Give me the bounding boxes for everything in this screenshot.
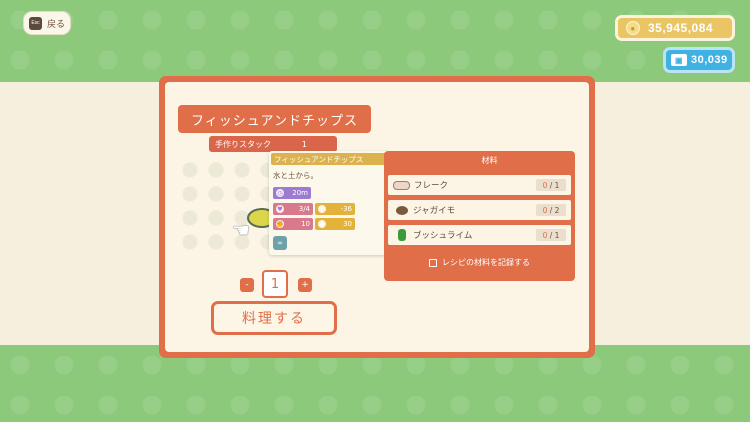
armor-value: 30 [343,220,352,228]
top-background-band [0,0,750,82]
material-name: ジャガイモ [413,206,456,216]
potato-icon [396,205,408,215]
material-row[interactable]: フレーク 0 / 1 [388,175,571,195]
have-count: 0 [542,205,548,215]
stack-value: 1 [301,139,307,149]
bells-value: 35,945,084 [648,21,714,35]
attack-value: 10 [301,220,310,228]
attack-stat: ✊ 10 [273,218,313,230]
esc-key-icon: Esc [29,16,42,30]
item-info-popup: フィッシュアンドチップス 水と土から。 ◷ 20m ♥ 3/4 ✦ -36 ✊ … [269,151,390,255]
hp-stat: ♥ 3/4 [273,203,313,215]
coin-icon: ● [626,21,640,35]
stack-bar: 手作りスタック 1 [209,136,337,152]
hand-cursor-icon: ☚ [232,218,250,242]
time-stat: ◷ 20m [273,187,311,199]
quantity-value[interactable]: 1 [262,270,288,298]
miles-value: 30,039 [691,54,728,66]
material-count: 0 / 2 [536,204,566,216]
material-row[interactable]: ジャガイモ 0 / 2 [388,200,571,220]
recipe-title: フィッシュアンドチップス [178,105,371,133]
tag-badge: ∞ [273,236,287,250]
back-button[interactable]: Esc 戻る [23,11,71,35]
dialog-body: フィッシュアンドチップス 手作りスタック 1 ☚ フィッシュアンドチップス 水と… [165,82,589,352]
material-count: 0 / 1 [536,229,566,241]
time-value: 20m [292,189,308,197]
record-checkbox[interactable] [429,258,437,267]
shield-icon: ◆ [318,220,326,228]
material-name: フレーク [414,181,449,191]
record-label: レシピの材料を記録する [442,258,530,267]
bells-counter: ● 35,945,084 [615,15,735,41]
have-count: 0 [542,180,548,190]
clock-icon: ◷ [276,189,284,197]
quantity-increase-button[interactable]: + [298,278,312,292]
material-row[interactable]: ブッシュライム 0 / 1 [388,225,571,245]
hp-value: 3/4 [298,205,310,213]
flake-icon [393,180,410,190]
sp-stat: ✦ -36 [315,203,355,215]
materials-panel: 材料 フレーク 0 / 1 ジャガイモ 0 / 2 ブッシュライム 0 / 1 [384,151,575,281]
quantity-decrease-button[interactable]: - [240,278,254,292]
lime-icon [398,229,406,241]
stack-label: 手作りスタック [215,139,271,149]
armor-stat: ◆ 30 [315,218,355,230]
need-count: / 1 [549,180,560,190]
miles-counter: ▣ 30,039 [663,47,735,73]
sp-value: -36 [340,205,352,213]
cooking-dialog: フィッシュアンドチップス 手作りスタック 1 ☚ フィッシュアンドチップス 水と… [159,76,595,358]
back-label: 戻る [47,18,66,29]
need-count: / 2 [549,205,560,215]
fist-icon: ✊ [276,220,284,228]
popup-description: 水と土から。 [273,171,318,180]
have-count: 0 [542,230,548,240]
need-count: / 1 [549,230,560,240]
ticket-icon: ▣ [671,54,687,66]
energy-icon: ✦ [318,205,326,213]
cook-button[interactable]: 料理する [211,301,337,335]
materials-header: 材料 [481,155,498,165]
link-icon: ∞ [277,239,283,247]
popup-item-name: フィッシュアンドチップス [271,153,388,165]
record-materials-toggle[interactable]: レシピの材料を記録する [384,257,575,268]
material-count: 0 / 1 [536,179,566,191]
heart-icon: ♥ [276,205,284,213]
material-name: ブッシュライム [413,231,473,241]
